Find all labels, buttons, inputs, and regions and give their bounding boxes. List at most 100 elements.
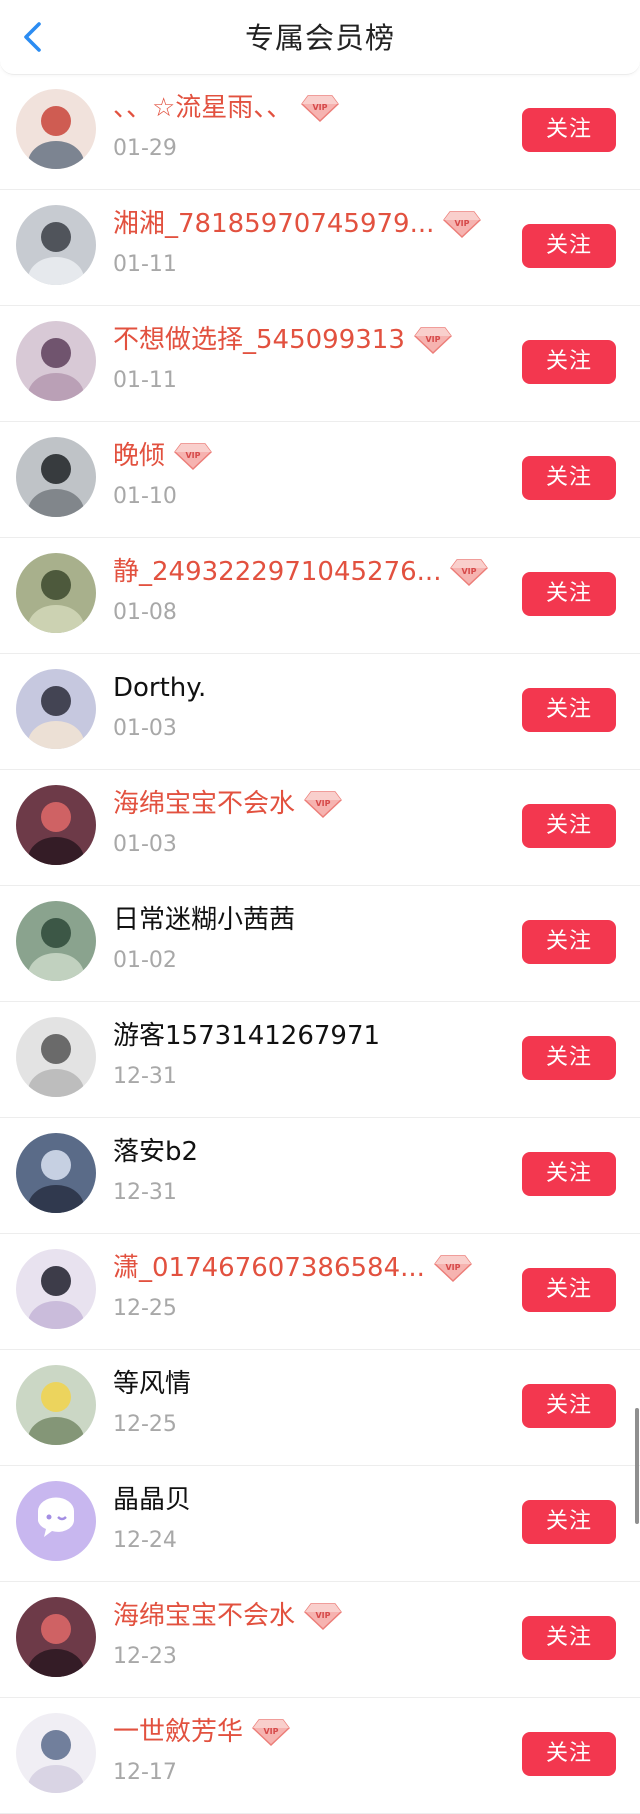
member-date: 12-23	[113, 1644, 177, 1669]
member-row[interactable]: 海绵宝宝不会水 VIP 12-23 关注	[0, 1582, 640, 1698]
avatar[interactable]	[16, 321, 96, 401]
member-row[interactable]: 潇_017467607386584... VIP 12-25 关注	[0, 1234, 640, 1350]
avatar[interactable]	[16, 89, 96, 169]
member-name[interactable]: 海绵宝宝不会水	[113, 1598, 295, 1634]
member-name[interactable]: 不想做选择_545099313	[113, 322, 405, 358]
member-row[interactable]: 游客1573141267971 12-31 关注	[0, 1002, 640, 1118]
member-name-line: 、、☆流星雨、、 VIP	[113, 88, 340, 128]
member-name[interactable]: Dorthy.	[113, 670, 206, 706]
member-name[interactable]: 、、☆流星雨、、	[113, 90, 292, 126]
follow-button[interactable]: 关注	[522, 456, 616, 500]
member-name[interactable]: 静_2493222971045276...	[113, 554, 441, 590]
member-name[interactable]: 一世斂芳华	[113, 1714, 243, 1750]
svg-text:VIP: VIP	[425, 335, 440, 344]
scrollbar[interactable]	[635, 1408, 639, 1524]
svg-text:VIP: VIP	[264, 1727, 279, 1736]
avatar[interactable]	[16, 785, 96, 865]
member-row[interactable]: 海绵宝宝不会水 VIP 01-03 关注	[0, 770, 640, 886]
svg-text:VIP: VIP	[316, 799, 331, 808]
avatar[interactable]	[16, 205, 96, 285]
follow-button[interactable]: 关注	[522, 1500, 616, 1544]
avatar[interactable]	[16, 669, 96, 749]
member-list: 、、☆流星雨、、 VIP 01-29 关注湘湘_78185970745979... VI…	[0, 74, 640, 1814]
follow-button[interactable]: 关注	[522, 920, 616, 964]
member-date: 01-11	[113, 252, 177, 277]
member-row[interactable]: 日常迷糊小茜茜 01-02 关注	[0, 886, 640, 1002]
member-row[interactable]: 不想做选择_545099313 VIP 01-11 关注	[0, 306, 640, 422]
member-date: 12-24	[113, 1528, 177, 1553]
member-name-line: 等风情	[113, 1364, 191, 1404]
follow-button[interactable]: 关注	[522, 572, 616, 616]
avatar[interactable]	[16, 1597, 96, 1677]
member-name[interactable]: 日常迷糊小茜茜	[113, 902, 295, 938]
vip-diamond-icon: VIP	[173, 441, 213, 471]
member-row[interactable]: 落安b2 12-31 关注	[0, 1118, 640, 1234]
follow-button[interactable]: 关注	[522, 108, 616, 152]
follow-button[interactable]: 关注	[522, 340, 616, 384]
vip-diamond-icon: VIP	[413, 325, 453, 355]
follow-button[interactable]: 关注	[522, 688, 616, 732]
vip-diamond-icon: VIP	[433, 1253, 473, 1283]
member-name-line: Dorthy.	[113, 668, 206, 708]
svg-text:VIP: VIP	[455, 219, 470, 228]
avatar[interactable]	[16, 1017, 96, 1097]
member-row[interactable]: 一世斂芳华 VIP 12-17 关注	[0, 1698, 640, 1814]
member-name[interactable]: 落安b2	[113, 1134, 198, 1170]
member-date: 01-03	[113, 832, 177, 857]
member-name[interactable]: 晶晶贝	[113, 1482, 191, 1518]
avatar[interactable]	[16, 901, 96, 981]
vip-diamond-icon: VIP	[303, 1601, 343, 1631]
avatar[interactable]	[16, 1249, 96, 1329]
avatar[interactable]	[16, 437, 96, 517]
follow-button[interactable]: 关注	[522, 1268, 616, 1312]
avatar[interactable]	[16, 1365, 96, 1445]
member-name[interactable]: 游客1573141267971	[113, 1018, 380, 1054]
member-name[interactable]: 晚倾	[113, 438, 165, 474]
member-name-line: 海绵宝宝不会水 VIP	[113, 784, 343, 824]
member-name[interactable]: 海绵宝宝不会水	[113, 786, 295, 822]
svg-text:VIP: VIP	[462, 567, 477, 576]
member-date: 12-25	[113, 1296, 177, 1321]
follow-button[interactable]: 关注	[522, 804, 616, 848]
member-name-line: 游客1573141267971	[113, 1016, 380, 1056]
follow-button[interactable]: 关注	[522, 1616, 616, 1660]
member-name-line: 落安b2	[113, 1132, 198, 1172]
member-date: 01-08	[113, 600, 177, 625]
follow-button[interactable]: 关注	[522, 1732, 616, 1776]
vip-diamond-icon: VIP	[442, 209, 482, 239]
vip-diamond-icon: VIP	[303, 789, 343, 819]
member-name[interactable]: 湘湘_78185970745979...	[113, 206, 434, 242]
member-name-line: 静_2493222971045276... VIP	[113, 552, 489, 592]
svg-text:VIP: VIP	[445, 1263, 460, 1272]
member-row[interactable]: 晶晶贝 12-24 关注	[0, 1466, 640, 1582]
avatar[interactable]	[16, 1481, 96, 1561]
avatar[interactable]	[16, 1133, 96, 1213]
member-name[interactable]: 等风情	[113, 1366, 191, 1402]
member-date: 12-25	[113, 1412, 177, 1437]
svg-text:VIP: VIP	[316, 1611, 331, 1620]
vip-diamond-icon: VIP	[449, 557, 489, 587]
follow-button[interactable]: 关注	[522, 1384, 616, 1428]
follow-button[interactable]: 关注	[522, 1152, 616, 1196]
avatar[interactable]	[16, 1713, 96, 1793]
member-row[interactable]: 、、☆流星雨、、 VIP 01-29 关注	[0, 74, 640, 190]
member-name-line: 一世斂芳华 VIP	[113, 1712, 291, 1752]
member-name-line: 晚倾 VIP	[113, 436, 213, 476]
member-date: 12-31	[113, 1180, 177, 1205]
follow-button[interactable]: 关注	[522, 1036, 616, 1080]
member-row[interactable]: Dorthy. 01-03 关注	[0, 654, 640, 770]
member-row[interactable]: 湘湘_78185970745979... VIP 01-11 关注	[0, 190, 640, 306]
member-name[interactable]: 潇_017467607386584...	[113, 1250, 425, 1286]
page-title: 专属会员榜	[244, 21, 395, 55]
follow-button[interactable]: 关注	[522, 224, 616, 268]
vip-diamond-icon: VIP	[251, 1717, 291, 1747]
member-name-line: 晶晶贝	[113, 1480, 191, 1520]
avatar[interactable]	[16, 553, 96, 633]
member-row[interactable]: 晚倾 VIP 01-10 关注	[0, 422, 640, 538]
member-date: 12-31	[113, 1064, 177, 1089]
member-name-line: 湘湘_78185970745979... VIP	[113, 204, 482, 244]
member-row[interactable]: 静_2493222971045276... VIP 01-08 关注	[0, 538, 640, 654]
member-row[interactable]: 等风情 12-25 关注	[0, 1350, 640, 1466]
member-date: 12-17	[113, 1760, 177, 1785]
member-date: 01-03	[113, 716, 177, 741]
